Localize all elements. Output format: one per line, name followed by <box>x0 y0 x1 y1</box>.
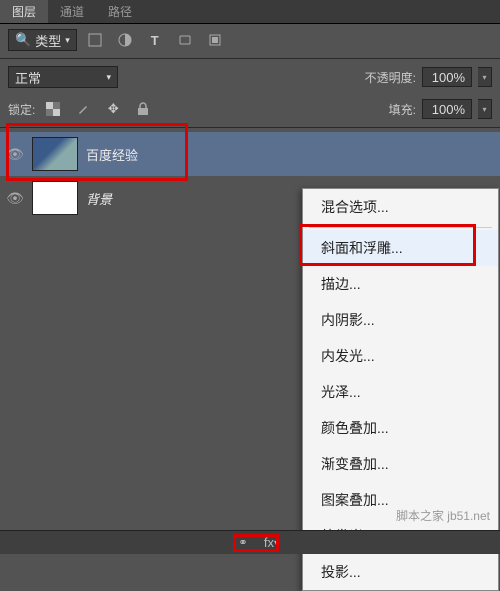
opacity-dropdown[interactable]: ▾ <box>478 67 492 87</box>
tab-channels[interactable]: 通道 <box>48 0 96 23</box>
ctx-stroke[interactable]: 描边... <box>303 266 498 302</box>
menu-separator <box>309 227 492 228</box>
filter-smart-icon[interactable] <box>203 29 227 51</box>
visibility-icon[interactable]: 👁 <box>6 190 24 207</box>
fx-button[interactable]: fx▾ <box>258 533 284 553</box>
ctx-drop-shadow[interactable]: 投影... <box>303 554 498 590</box>
search-icon: 🔍 <box>15 32 31 48</box>
fill-label: 填充: <box>389 101 416 118</box>
opacity-input[interactable]: 100% <box>422 67 472 87</box>
ctx-satin[interactable]: 光泽... <box>303 374 498 410</box>
opacity-label: 不透明度: <box>365 69 416 86</box>
filter-pixel-icon[interactable] <box>83 29 107 51</box>
filter-shape-icon[interactable] <box>173 29 197 51</box>
lock-transparent-icon[interactable] <box>41 98 65 120</box>
lock-row: 锁定: ✥ 填充: 100% ▾ <box>0 93 500 125</box>
layers-footer: ⚭ fx▾ <box>0 530 500 554</box>
lock-all-icon[interactable] <box>131 98 155 120</box>
fill-dropdown[interactable]: ▾ <box>478 99 492 119</box>
ctx-color-overlay[interactable]: 颜色叠加... <box>303 410 498 446</box>
layer-name[interactable]: 背景 <box>86 189 112 208</box>
lock-label: 锁定: <box>8 101 35 118</box>
link-layers-button[interactable]: ⚭ <box>230 533 256 553</box>
blend-mode-value: 正常 <box>15 68 41 87</box>
ctx-blend-options[interactable]: 混合选项... <box>303 189 498 225</box>
watermark: 脚本之家 jb51.net <box>396 507 490 524</box>
fx-label: fx <box>264 535 274 550</box>
layer-name[interactable]: 百度经验 <box>86 145 138 164</box>
ctx-inner-shadow[interactable]: 内阴影... <box>303 302 498 338</box>
filter-kind-select[interactable]: 🔍 类型 ▾ <box>8 29 77 51</box>
visibility-icon[interactable]: 👁 <box>6 146 24 163</box>
filter-type-icon[interactable]: T <box>143 29 167 51</box>
chevron-down-icon: ▾ <box>106 72 111 83</box>
fill-input[interactable]: 100% <box>422 99 472 119</box>
ctx-gradient-overlay[interactable]: 渐变叠加... <box>303 446 498 482</box>
layer-thumbnail[interactable] <box>32 137 78 171</box>
ctx-bevel-emboss[interactable]: 斜面和浮雕... <box>303 230 498 266</box>
tab-layers[interactable]: 图层 <box>0 0 48 23</box>
lock-paint-icon[interactable] <box>71 98 95 120</box>
lock-move-icon[interactable]: ✥ <box>101 98 125 120</box>
blend-row: 正常 ▾ 不透明度: 100% ▾ <box>0 61 500 93</box>
panel-tabs: 图层 通道 路径 <box>0 0 500 24</box>
tab-paths[interactable]: 路径 <box>96 0 144 23</box>
filter-row: 🔍 类型 ▾ T <box>0 24 500 56</box>
filter-adjust-icon[interactable] <box>113 29 137 51</box>
layer-thumbnail[interactable] <box>32 181 78 215</box>
ctx-inner-glow[interactable]: 内发光... <box>303 338 498 374</box>
blend-mode-select[interactable]: 正常 ▾ <box>8 66 118 88</box>
chevron-down-icon: ▾ <box>65 35 70 46</box>
filter-kind-label: 类型 <box>35 31 61 50</box>
layer-row[interactable]: 👁 百度经验 <box>0 132 500 176</box>
